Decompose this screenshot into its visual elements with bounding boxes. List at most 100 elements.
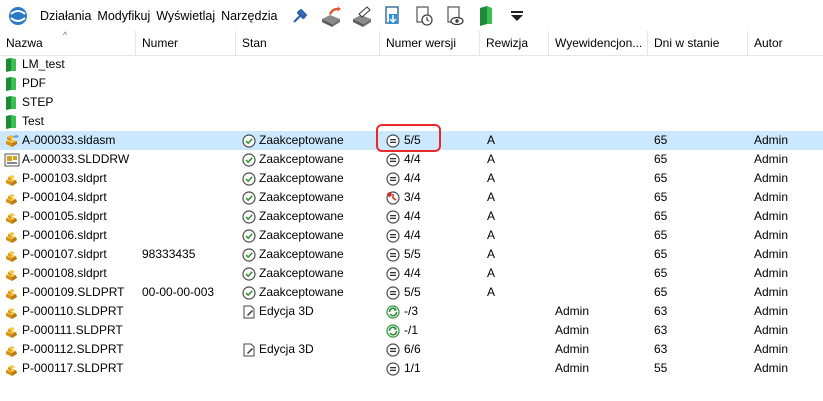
up-to-date-version-icon — [386, 361, 400, 376]
table-row[interactable]: P-000111.SLDPRT Admin 63 Admin -/1 — [0, 321, 823, 340]
file-name: P-000109.SLDPRT — [22, 285, 125, 299]
cell-revision — [487, 55, 547, 74]
table-row[interactable]: PDF — [0, 74, 823, 93]
get-version-icon[interactable] — [412, 4, 436, 28]
cell-revision — [487, 112, 547, 131]
cell-checked-out: Admin — [555, 304, 590, 318]
table-row[interactable]: P-000107.sldprt 98333435 A 65 Admin Zaakcepto… — [0, 245, 823, 264]
check-in-icon[interactable] — [350, 4, 374, 28]
cell-name[interactable]: LM_test — [4, 55, 134, 74]
cell-name[interactable]: P-000107.sldprt — [4, 245, 134, 264]
cell-name[interactable]: P-000112.SLDPRT — [4, 340, 134, 359]
column-header-state[interactable]: Stan — [236, 31, 380, 55]
cell-days: 63 — [654, 342, 668, 356]
cell-number — [142, 321, 234, 340]
column-header-name[interactable]: ^ Nazwa — [0, 31, 136, 55]
cell-name[interactable]: P-000117.SLDPRT — [4, 359, 134, 378]
edit-state-icon — [242, 343, 256, 357]
menu-narzedzia[interactable]: Narzędzia — [218, 9, 280, 23]
version-label: 4/4 — [404, 152, 421, 166]
column-header: ^ Nazwa Numer Stan Numer wersji Rewizja … — [0, 31, 823, 56]
table-row[interactable]: STEP — [0, 93, 823, 112]
cell-state: Edycja 3D — [242, 302, 378, 321]
cell-days — [654, 112, 744, 131]
column-header-days[interactable]: Dni w stanie — [648, 31, 748, 55]
cell-name[interactable]: PDF — [4, 74, 134, 93]
cell-days: 63 — [654, 304, 668, 318]
state-label: Zaakceptowane — [259, 266, 344, 280]
table-row[interactable]: P-000112.SLDPRT Admin 63 Admin Edycja 3D 6/6 — [0, 340, 823, 359]
vault-logo-icon[interactable] — [7, 5, 29, 27]
cell-name[interactable]: P-000103.sldprt — [4, 169, 134, 188]
part-file-icon — [4, 228, 20, 244]
cell-checked-out — [555, 226, 645, 245]
cell-name[interactable]: P-000108.sldprt — [4, 264, 134, 283]
cell-name[interactable]: A-000033.sldasm — [4, 131, 134, 150]
cell-number — [142, 226, 234, 245]
state-label: Zaakceptowane — [259, 133, 344, 147]
table-row[interactable]: P-000110.SLDPRT Admin 63 Admin Edycja 3D -/3 — [0, 302, 823, 321]
table-row[interactable]: P-000105.sldprt A 65 Admin Zaakceptowane 4/4 — [0, 207, 823, 226]
approved-state-icon — [242, 266, 256, 281]
get-latest-icon[interactable] — [381, 4, 405, 28]
cell-days: 55 — [654, 361, 668, 375]
cell-days: 65 — [654, 190, 668, 204]
cell-name[interactable]: P-000109.SLDPRT — [4, 283, 134, 302]
cell-number: 98333435 — [142, 247, 196, 261]
table-row[interactable]: P-000117.SLDPRT Admin 55 Admin 1/1 — [0, 359, 823, 378]
cell-checked-out — [555, 150, 645, 169]
cell-number — [142, 302, 234, 321]
column-header-version[interactable]: Numer wersji — [380, 31, 480, 55]
column-header-revision[interactable]: Rewizja — [480, 31, 549, 55]
table-row[interactable]: P-000109.SLDPRT 00-00-00-003 A 65 Admin Zaakc… — [0, 283, 823, 302]
cell-name[interactable]: A-000033.SLDDRW — [4, 150, 134, 169]
cell-checked-out — [555, 131, 645, 150]
cell-version: 4/4 — [386, 207, 478, 226]
cell-state: Zaakceptowane — [242, 283, 378, 302]
cell-name[interactable]: P-000104.sldprt — [4, 188, 134, 207]
cell-version: 3/4 — [386, 188, 478, 207]
file-name: PDF — [22, 76, 46, 90]
file-name: STEP — [22, 95, 54, 109]
cell-name[interactable]: STEP — [4, 93, 134, 112]
preview-icon[interactable] — [443, 4, 467, 28]
table-row[interactable]: P-000104.sldprt A 65 Admin Zaakceptowane 3/4 — [0, 188, 823, 207]
column-header-checked-out[interactable]: Wyewidencjon... — [549, 31, 648, 55]
up-to-date-version-icon — [386, 171, 400, 186]
state-label: Zaakceptowane — [259, 285, 344, 299]
cell-author: Admin — [754, 247, 789, 261]
check-out-icon[interactable] — [319, 4, 343, 28]
state-label: Zaakceptowane — [259, 247, 344, 261]
part-file-icon — [4, 304, 20, 320]
cell-state — [242, 93, 378, 112]
cell-revision — [487, 359, 547, 378]
cell-checked-out — [555, 283, 645, 302]
state-label: Edycja 3D — [259, 342, 314, 356]
folder-icon[interactable] — [474, 4, 498, 28]
menu-wyswietlaj[interactable]: Wyświetlaj — [153, 9, 218, 23]
cell-checked-out — [555, 74, 645, 93]
approved-state-icon — [242, 171, 256, 186]
cell-state: Zaakceptowane — [242, 226, 378, 245]
column-header-author[interactable]: Autor — [748, 31, 823, 55]
table-row[interactable]: P-000103.sldprt A 65 Admin Zaakceptowane 4/4 — [0, 169, 823, 188]
cell-name[interactable]: P-000111.SLDPRT — [4, 321, 134, 340]
table-row[interactable]: P-000108.sldprt A 65 Admin Zaakceptowane 4/4 — [0, 264, 823, 283]
column-label: Numer wersji — [386, 36, 457, 50]
cell-checked-out: Admin — [555, 361, 590, 375]
cell-name[interactable]: P-000110.SLDPRT — [4, 302, 134, 321]
dropdown-icon[interactable] — [505, 4, 529, 28]
table-row[interactable]: P-000106.sldprt A 65 Admin Zaakceptowane 4/4 — [0, 226, 823, 245]
menu-modyfikuj[interactable]: Modyfikuj — [94, 9, 153, 23]
menu-dzialania[interactable]: Działania — [37, 9, 94, 23]
column-header-number[interactable]: Numer — [136, 31, 236, 55]
cell-state: Zaakceptowane — [242, 245, 378, 264]
pin-icon[interactable] — [288, 4, 312, 28]
cell-author: Admin — [754, 133, 789, 147]
table-row[interactable]: A-000033.SLDDRW A 65 Admin Zaakceptowane 4/4 — [0, 150, 823, 169]
cell-version: 5/5 — [386, 245, 478, 264]
table-row[interactable]: LM_test — [0, 55, 823, 74]
cell-name[interactable]: P-000105.sldprt — [4, 207, 134, 226]
cell-name[interactable]: P-000106.sldprt — [4, 226, 134, 245]
cell-name[interactable]: Test — [4, 112, 134, 131]
